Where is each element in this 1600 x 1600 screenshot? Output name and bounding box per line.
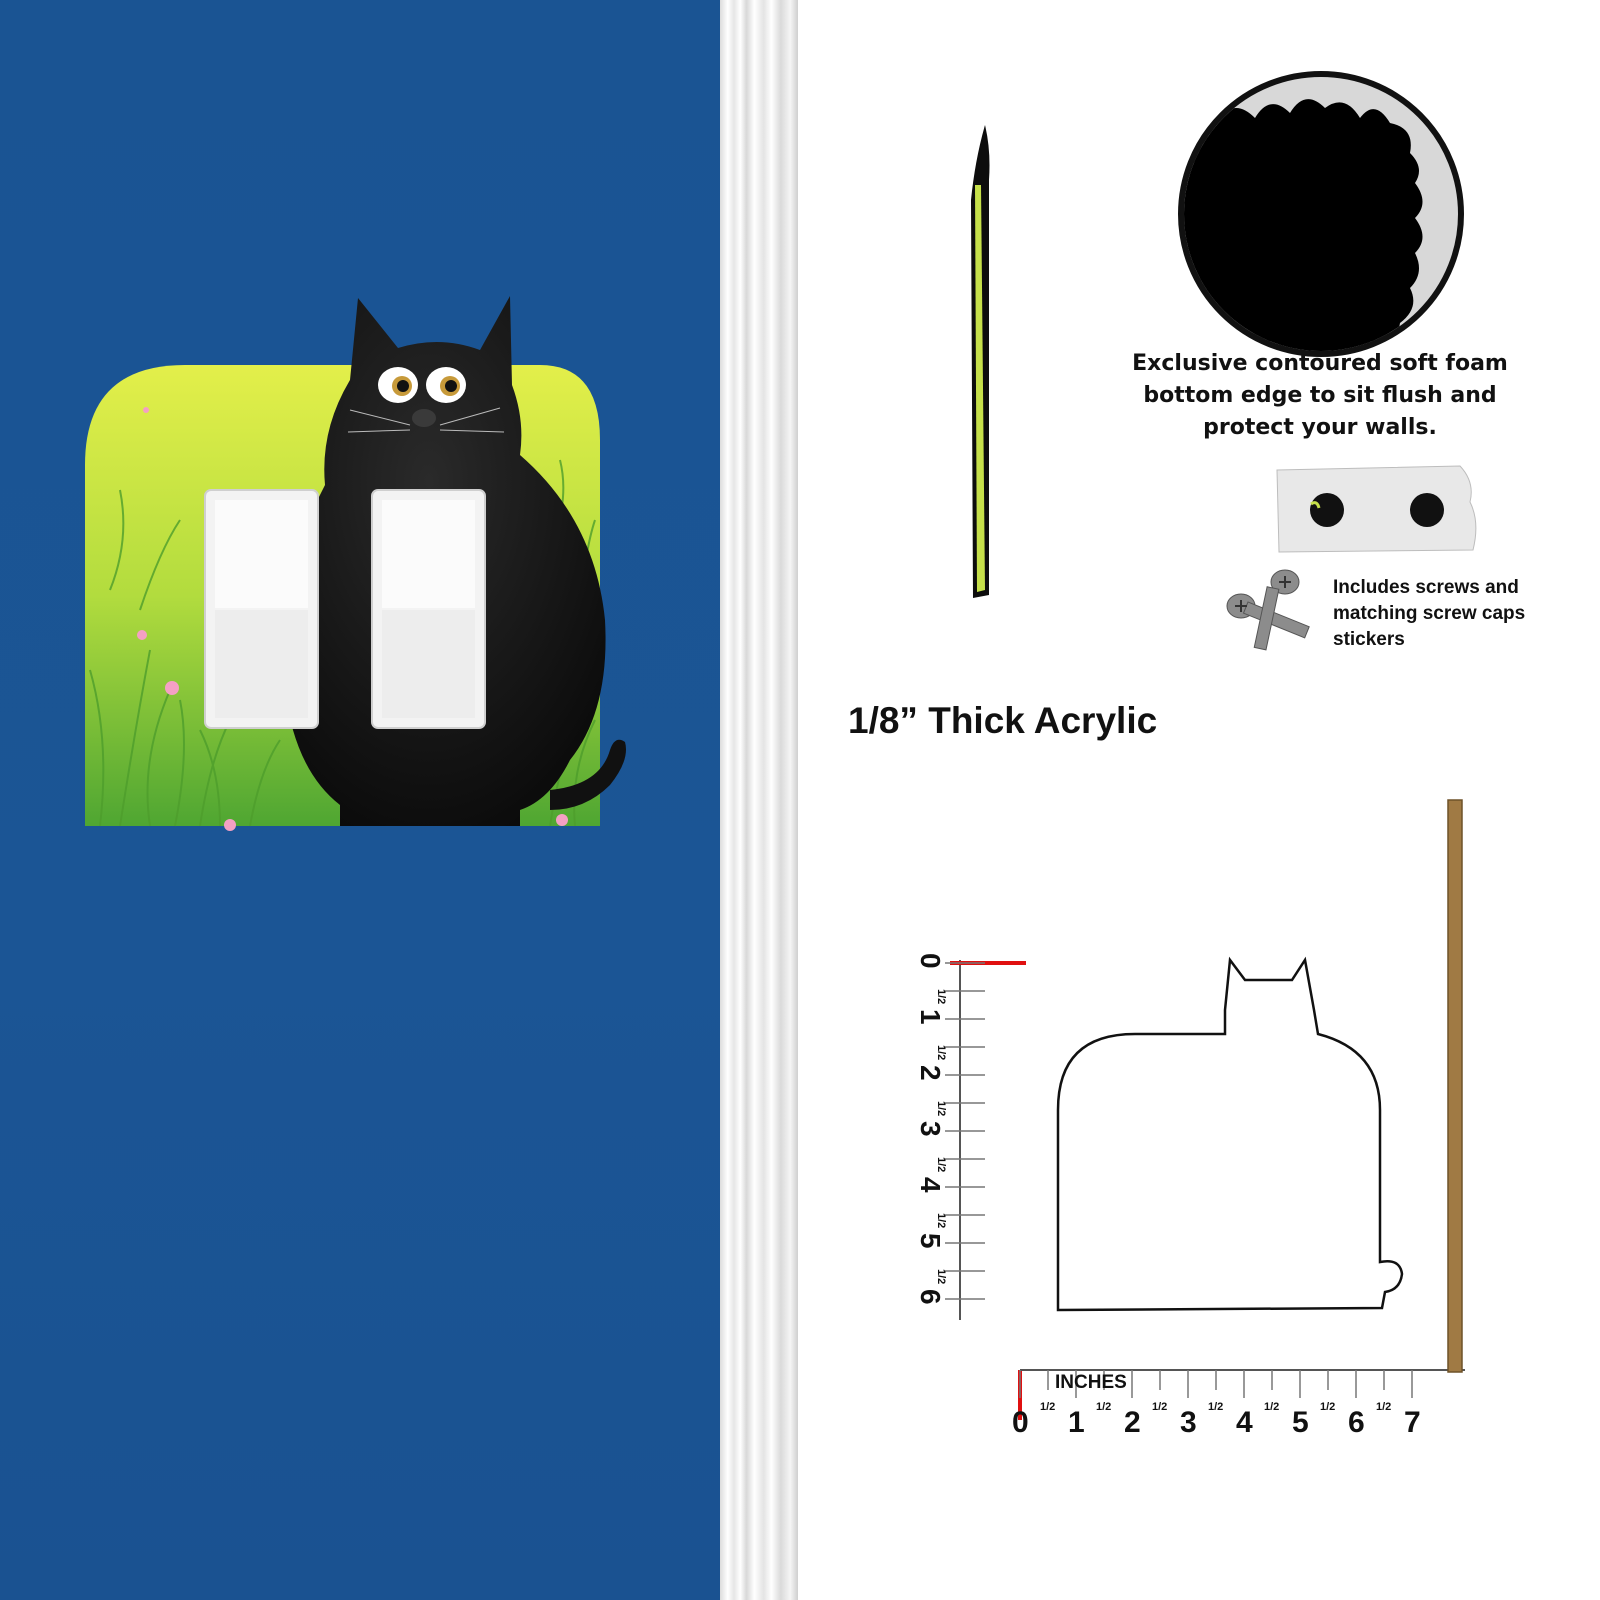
ruler-half-label: 1/2 [1152,1401,1167,1413]
ruler-number: 3 [1180,1406,1197,1439]
ruler-number: 5 [920,1233,946,1249]
foam-feature-caption: Exclusive contoured soft foam bottom edg… [1132,351,1508,440]
rocker-switch-right [371,489,486,729]
ruler-half-label: 1/2 [935,1269,947,1284]
ruler-number: 7 [1404,1406,1421,1439]
ruler-unit-label: INCHES [1055,1372,1127,1393]
door-molding [720,0,798,1600]
ruler-number: 6 [1348,1406,1365,1439]
ruler-number: 0 [920,953,946,969]
ruler-half-label: 1/2 [935,1101,947,1116]
rocker-switch-left [204,489,319,729]
ruler-half-label: 1/2 [1208,1401,1223,1413]
foam-edge-closeup-icon [1178,71,1464,357]
plate-side-profile [971,125,990,598]
ruler-number: 6 [920,1289,946,1305]
ruler-half-label: 1/2 [935,1213,947,1228]
ruler-number: 4 [920,1177,946,1193]
switch-plate-cover [85,296,626,831]
material-thickness-label: 1/8” Thick Acrylic [848,700,1158,741]
ruler-number: 5 [1292,1406,1309,1439]
dimension-diagram: 01/211/221/231/241/251/26 01/211/221/231… [920,799,1465,1439]
ruler-half-label: 1/2 [935,1045,947,1060]
screw-caps-sticker-icon [1276,465,1477,553]
ruler-number: 2 [1124,1406,1141,1439]
ruler-number: 1 [920,1009,946,1025]
ruler-half-label: 1/2 [1096,1401,1111,1413]
hardware-feature-caption: Includes screws and matching screw caps … [1333,577,1526,650]
ruler-half-label: 1/2 [1264,1401,1279,1413]
ruler-half-label: 1/2 [1040,1401,1055,1413]
thickness-edge-stick [1447,799,1463,1373]
ruler-half-label: 1/2 [1376,1401,1391,1413]
ruler-number: 1 [1068,1406,1085,1439]
ruler-half-label: 1/2 [1320,1401,1335,1413]
ruler-half-label: 1/2 [935,1157,947,1172]
ruler-number: 3 [920,1121,946,1137]
vertical-ruler: 0 1/2 1 1/2 2 1/2 3 1/2 4 1/2 5 1/2 6 [920,953,1026,1320]
ruler-half-label: 1/2 [935,989,947,1004]
ruler-number: 4 [1236,1406,1253,1439]
ruler-number: 0 [1012,1406,1029,1439]
screws-icon [1226,569,1310,651]
ruler-number: 2 [920,1065,946,1081]
plate-outline [1056,956,1404,1312]
